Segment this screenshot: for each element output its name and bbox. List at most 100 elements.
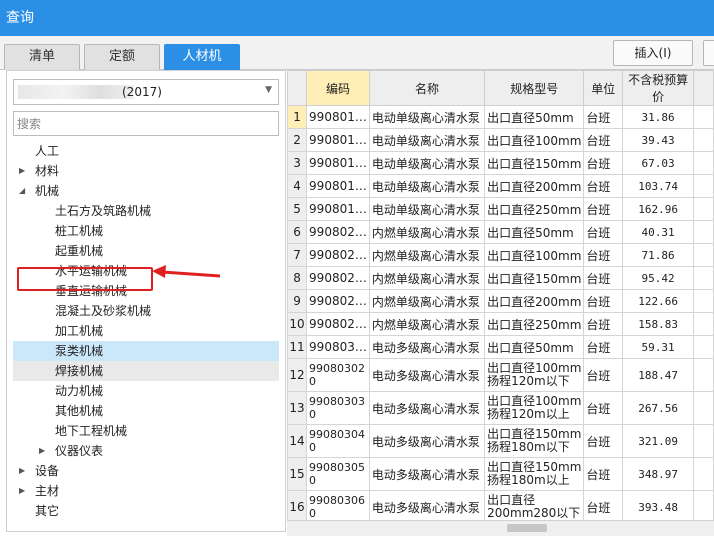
row-number[interactable]: 16 <box>287 490 308 520</box>
horizontal-scrollbar[interactable] <box>287 520 714 536</box>
cell-name[interactable]: 电动多级离心清水泵 <box>368 457 486 491</box>
cell-spec[interactable]: 出口直径50mm <box>484 220 585 244</box>
table-row[interactable]: 4 990801… 电动单级离心清水泵 出口直径200mm 台班 103.74 <box>287 174 714 198</box>
tree-item[interactable]: 起重机械 <box>55 241 103 261</box>
table-row[interactable]: 15 990803050 电动多级离心清水泵 出口直径150mm扬程180m以上 台班 3… <box>287 457 714 491</box>
cell-price[interactable]: 321.09 <box>622 424 695 458</box>
tree-item[interactable]: 泵类机械 <box>55 341 103 361</box>
tree-item[interactable]: 主材 <box>35 481 59 501</box>
row-number[interactable]: 10 <box>287 312 308 336</box>
cell-code[interactable]: 990801… <box>306 105 370 129</box>
search-input[interactable] <box>13 111 279 136</box>
cell-code[interactable]: 990802… <box>306 312 370 336</box>
tree-item[interactable]: 仪器仪表 <box>55 441 103 461</box>
cell-unit[interactable]: 台班 <box>583 490 624 520</box>
tree-item[interactable]: 材料 <box>35 161 59 181</box>
cell-price[interactable]: 267.56 <box>622 391 695 425</box>
cell-spec[interactable]: 出口直径150mm扬程180m以下 <box>484 424 585 458</box>
table-row[interactable]: 2 990801… 电动单级离心清水泵 出口直径100mm 台班 39.43 <box>287 128 714 152</box>
col-header-price[interactable]: 不含税预算价 <box>622 70 695 106</box>
cell-unit[interactable]: 台班 <box>583 391 624 425</box>
table-row[interactable]: 5 990801… 电动单级离心清水泵 出口直径250mm 台班 162.96 <box>287 197 714 221</box>
cell-price[interactable]: 71.86 <box>622 243 695 267</box>
tree-item[interactable]: 机械 <box>35 181 59 201</box>
table-row[interactable]: 9 990802… 内燃单级离心清水泵 出口直径200mm 台班 122.66 <box>287 289 714 313</box>
cell-name[interactable]: 电动多级离心清水泵 <box>368 391 486 425</box>
cell-unit[interactable]: 台班 <box>583 312 624 336</box>
cell-price[interactable]: 393.48 <box>622 490 695 520</box>
tree-item[interactable]: 土石方及筑路机械 <box>55 201 151 221</box>
table-row[interactable]: 12 990803020 电动多级离心清水泵 出口直径100mm扬程120m以下 台班 1… <box>287 358 714 392</box>
cell-price[interactable]: 31.86 <box>622 105 695 129</box>
tab-dinge[interactable]: 定额 <box>84 44 160 70</box>
col-header-unit[interactable]: 单位 <box>583 70 624 106</box>
cell-code[interactable]: 990803020 <box>306 358 370 392</box>
tree-item[interactable]: 其它 <box>35 501 59 521</box>
row-number[interactable]: 9 <box>287 289 308 313</box>
cell-code[interactable]: 990801… <box>306 151 370 175</box>
row-number[interactable]: 15 <box>287 457 308 491</box>
table-row[interactable]: 1 990801… 电动单级离心清水泵 出口直径50mm 台班 31.86 <box>287 105 714 129</box>
insert-button[interactable]: 插入(I) <box>613 40 693 66</box>
cell-unit[interactable]: 台班 <box>583 358 624 392</box>
table-row[interactable]: 6 990802… 内燃单级离心清水泵 出口直径50mm 台班 40.31 <box>287 220 714 244</box>
cell-unit[interactable]: 台班 <box>583 335 624 359</box>
cell-code[interactable]: 990802… <box>306 243 370 267</box>
tree-collapsed-icon[interactable]: ▶ <box>19 481 25 501</box>
row-number[interactable]: 3 <box>287 151 308 175</box>
cell-name[interactable]: 电动单级离心清水泵 <box>368 105 486 129</box>
cell-unit[interactable]: 台班 <box>583 289 624 313</box>
row-number[interactable]: 12 <box>287 358 308 392</box>
cell-spec[interactable]: 出口直径50mm <box>484 105 585 129</box>
cell-spec[interactable]: 出口直径250mm <box>484 312 585 336</box>
tree-item[interactable]: 设备 <box>35 461 59 481</box>
cell-spec[interactable]: 出口直径150mm <box>484 151 585 175</box>
table-row[interactable]: 10 990802… 内燃单级离心清水泵 出口直径250mm 台班 158.83 <box>287 312 714 336</box>
col-header-code[interactable]: 编码 <box>306 70 370 106</box>
cell-unit[interactable]: 台班 <box>583 128 624 152</box>
cell-name[interactable]: 电动多级离心清水泵 <box>368 358 486 392</box>
cell-price[interactable]: 162.96 <box>622 197 695 221</box>
cell-price[interactable]: 348.97 <box>622 457 695 491</box>
cell-price[interactable]: 188.47 <box>622 358 695 392</box>
cell-code[interactable]: 990801… <box>306 128 370 152</box>
col-header-name[interactable]: 名称 <box>368 70 486 106</box>
cell-unit[interactable]: 台班 <box>583 197 624 221</box>
cell-price[interactable]: 158.83 <box>622 312 695 336</box>
table-row[interactable]: 3 990801… 电动单级离心清水泵 出口直径150mm 台班 67.03 <box>287 151 714 175</box>
table-row[interactable]: 16 990803060 电动多级离心清水泵 出口直径200mm280以下 台班 393.… <box>287 490 714 520</box>
row-number[interactable]: 14 <box>287 424 308 458</box>
cell-spec[interactable]: 出口直径150mm <box>484 266 585 290</box>
row-number[interactable]: 8 <box>287 266 308 290</box>
tree-item[interactable]: 地下工程机械 <box>55 421 127 441</box>
cell-code[interactable]: 990802… <box>306 266 370 290</box>
cell-name[interactable]: 电动多级离心清水泵 <box>368 335 486 359</box>
cell-name[interactable]: 电动多级离心清水泵 <box>368 424 486 458</box>
tree-item[interactable]: 桩工机械 <box>55 221 103 241</box>
scrollbar-thumb[interactable] <box>507 524 547 532</box>
cell-spec[interactable]: 出口直径200mm <box>484 174 585 198</box>
cell-price[interactable]: 122.66 <box>622 289 695 313</box>
cell-unit[interactable]: 台班 <box>583 266 624 290</box>
tree-item[interactable]: 其他机械 <box>55 401 103 421</box>
cell-name[interactable]: 电动单级离心清水泵 <box>368 174 486 198</box>
cell-spec[interactable]: 出口直径150mm扬程180m以上 <box>484 457 585 491</box>
cell-code[interactable]: 990803050 <box>306 457 370 491</box>
cell-code[interactable]: 990803060 <box>306 490 370 520</box>
tree-item[interactable]: 人工 <box>35 141 59 161</box>
cell-unit[interactable]: 台班 <box>583 105 624 129</box>
cell-spec[interactable]: 出口直径200mm <box>484 289 585 313</box>
cell-name[interactable]: 电动单级离心清水泵 <box>368 197 486 221</box>
cell-spec[interactable]: 出口直径250mm <box>484 197 585 221</box>
cell-code[interactable]: 990802… <box>306 220 370 244</box>
cell-unit[interactable]: 台班 <box>583 457 624 491</box>
cell-name[interactable]: 电动单级离心清水泵 <box>368 128 486 152</box>
cell-name[interactable]: 内燃单级离心清水泵 <box>368 312 486 336</box>
row-number[interactable]: 6 <box>287 220 308 244</box>
cell-price[interactable]: 40.31 <box>622 220 695 244</box>
cell-unit[interactable]: 台班 <box>583 220 624 244</box>
cell-unit[interactable]: 台班 <box>583 174 624 198</box>
cell-price[interactable]: 39.43 <box>622 128 695 152</box>
cell-spec[interactable]: 出口直径100mm扬程120m以下 <box>484 358 585 392</box>
row-number[interactable]: 13 <box>287 391 308 425</box>
